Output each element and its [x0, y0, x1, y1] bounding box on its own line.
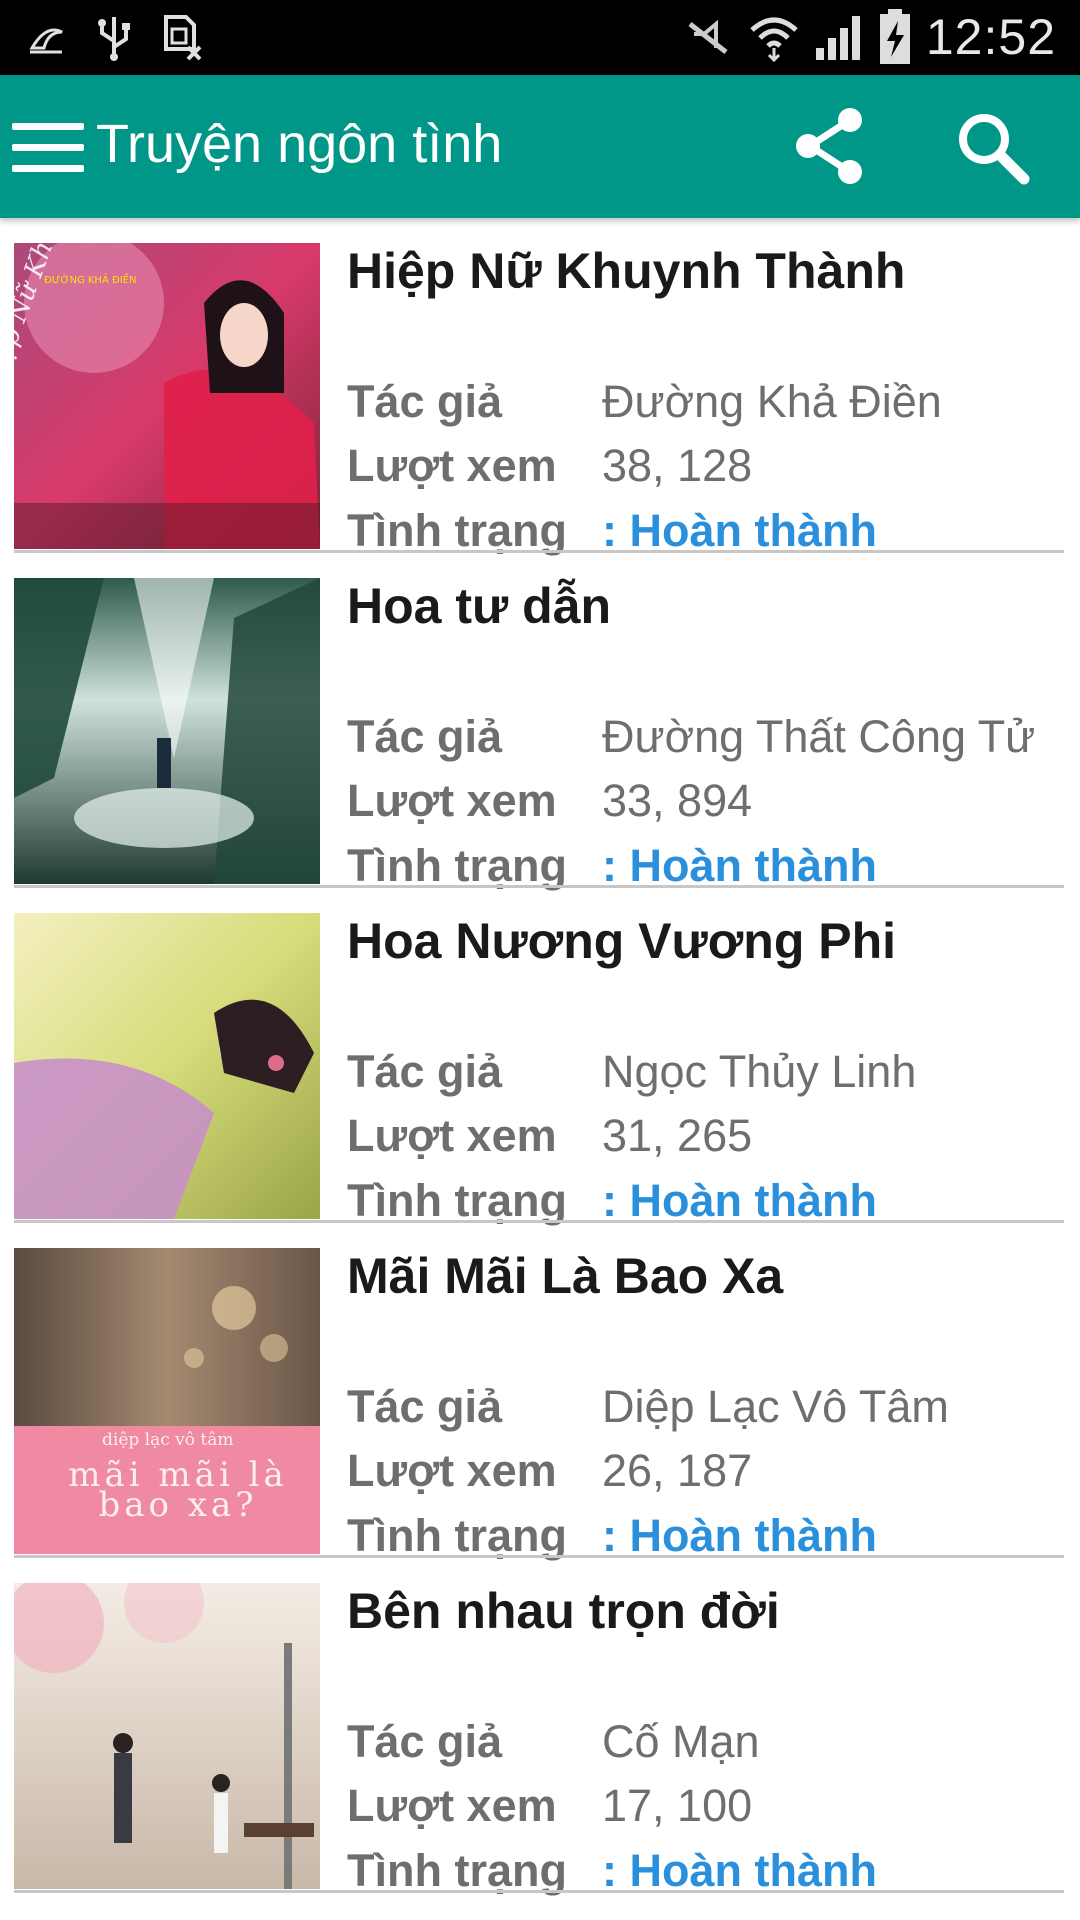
views-value: 17, 100 [602, 1780, 753, 1831]
signal-icon [814, 12, 864, 62]
views-label: Lượt xem [347, 775, 557, 826]
views-value: 33, 894 [602, 775, 753, 826]
author-value: Đường Khả Điền [602, 376, 942, 427]
views-label: Lượt xem [347, 1110, 557, 1161]
cover-image [14, 913, 320, 1219]
cover-image [14, 1583, 320, 1889]
usb-icon [96, 15, 132, 61]
author-label: Tác giả [347, 1716, 503, 1767]
wifi-icon [748, 12, 800, 62]
story-title[interactable]: Hiệp Nữ Khuynh Thành [347, 242, 905, 300]
author-value: Đường Thất Công Tử [602, 711, 1036, 762]
author-label: Tác giả [347, 1381, 503, 1432]
views-label: Lượt xem [347, 1445, 557, 1496]
moon-crescent-icon [26, 18, 66, 58]
author-value: Cố Mạn [602, 1716, 760, 1767]
story-title[interactable]: Bên nhau trọn đời [347, 1582, 780, 1640]
views-value: 38, 128 [602, 440, 753, 491]
cover-author: diệp lạc vô tâm [102, 1430, 234, 1450]
list-item[interactable]: Hoa Nương Vương Phi Tác giả Ngọc Thủy Li… [14, 888, 1064, 1226]
list-item[interactable]: Bên nhau trọn đời Tác giả Cố Mạn Lượt xe… [14, 1558, 1064, 1896]
sim-card-error-icon [162, 14, 202, 61]
cover-image: diệp lạc vô tâm mãi mãi là bao xa? [14, 1248, 320, 1554]
app-bar: Truyện ngôn tình [0, 75, 1080, 218]
views-label: Lượt xem [347, 1780, 557, 1831]
list-item[interactable]: diệp lạc vô tâm mãi mãi là bao xa? Mãi M… [14, 1223, 1064, 1561]
author-label: Tác giả [347, 376, 503, 427]
author-label: Tác giả [347, 711, 503, 762]
views-value: 26, 187 [602, 1445, 753, 1496]
mute-icon [684, 14, 734, 60]
views-value: 31, 265 [602, 1110, 753, 1161]
list-item[interactable]: Hoa tư dẫn Tác giả Đường Thất Công Tử Lư… [14, 553, 1064, 891]
story-title[interactable]: Mãi Mãi Là Bao Xa [347, 1247, 783, 1305]
clock: 12:52 [925, 9, 1056, 65]
cover-publisher: ĐƯỜNG KHẢ ĐIỀN [44, 275, 137, 286]
author-value: Ngọc Thủy Linh [602, 1046, 917, 1097]
search-icon[interactable] [950, 105, 1036, 191]
cover-title: mãi mãi là bao xa? [68, 1455, 288, 1525]
list-item[interactable]: ĐƯỜNG KHẢ ĐIỀN Hiệp Nữ Khuynh Thành Hiệp… [14, 218, 1064, 556]
battery-charging-icon [878, 9, 912, 65]
status-bar: 12:52 [0, 0, 1080, 75]
story-title[interactable]: Hoa tư dẫn [347, 577, 611, 635]
divider [14, 1890, 1064, 1893]
menu-icon[interactable] [12, 121, 86, 175]
share-icon[interactable] [788, 104, 874, 190]
author-value: Diệp Lạc Vô Tâm [602, 1381, 949, 1432]
views-label: Lượt xem [347, 440, 557, 491]
page-title: Truyện ngôn tình [96, 114, 503, 174]
story-title[interactable]: Hoa Nương Vương Phi [347, 912, 896, 970]
cover-image: ĐƯỜNG KHẢ ĐIỀN Hiệp Nữ Khuynh Thành [14, 243, 320, 549]
cover-image [14, 578, 320, 884]
author-label: Tác giả [347, 1046, 503, 1097]
